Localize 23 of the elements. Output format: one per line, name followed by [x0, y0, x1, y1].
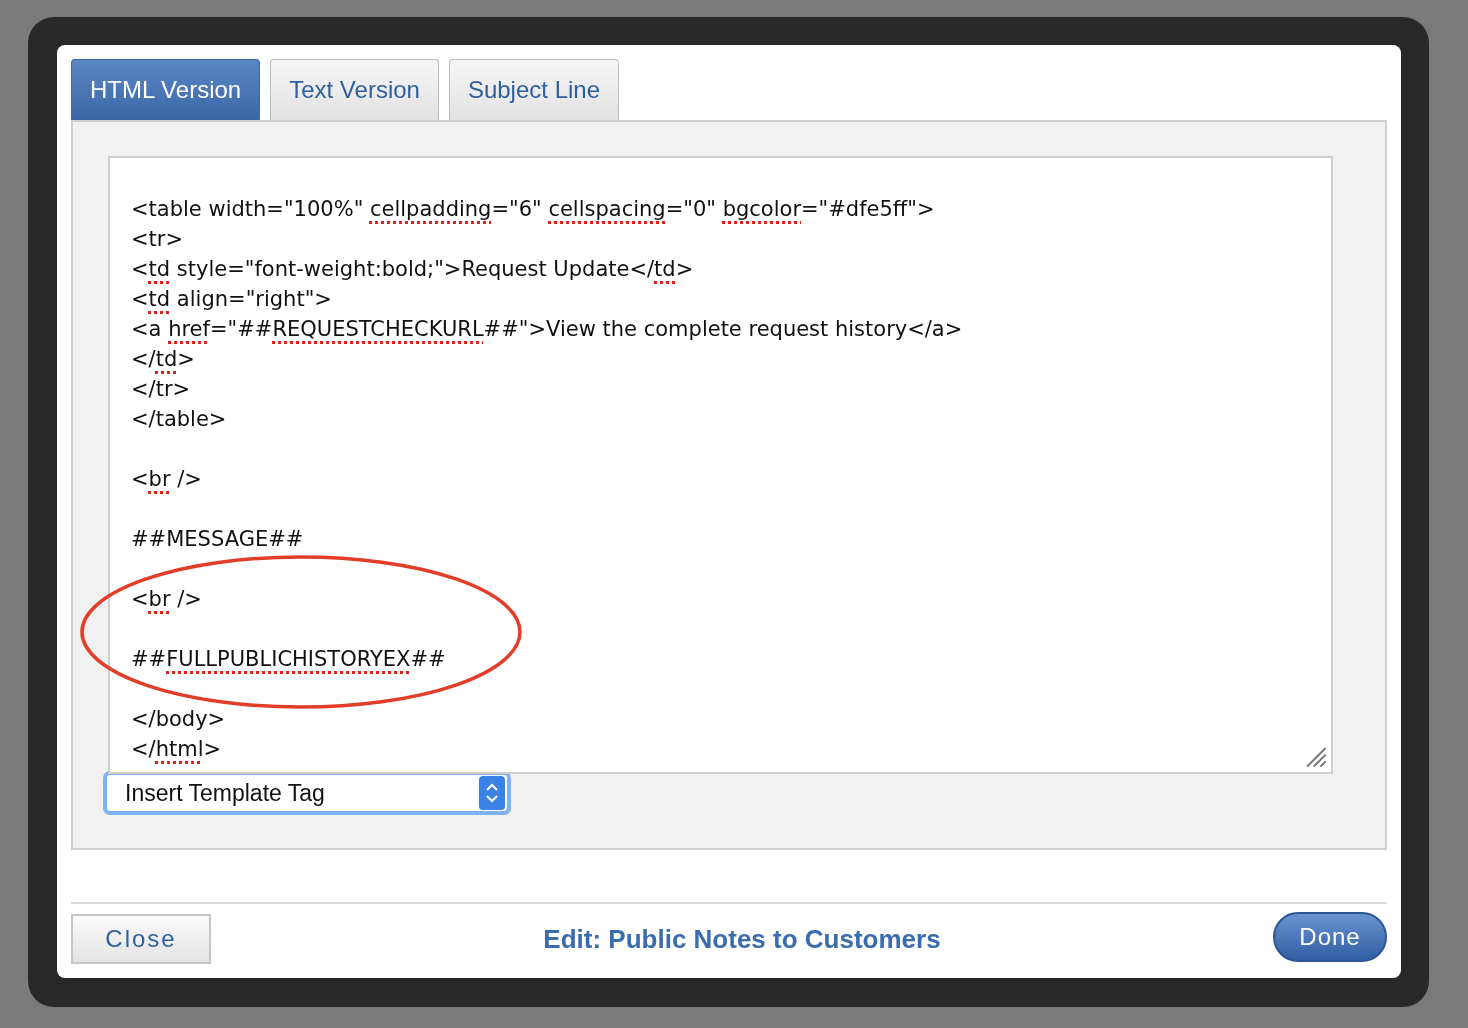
stepper-icon: [479, 776, 505, 810]
code-line: <br />: [131, 466, 202, 493]
code-line: <td align="right">: [131, 286, 332, 313]
tab[interactable]: Subject Line: [448, 59, 619, 120]
code-line: </body>: [131, 706, 226, 733]
code-line: </tr>: [131, 376, 191, 403]
code-line: <br />: [131, 586, 202, 613]
code-line: <a href="##REQUESTCHECKURL##">View the complete request history</a>: [131, 316, 963, 343]
code-line: ##FULLPUBLICHISTORYEX##: [131, 646, 446, 673]
code-line: <tr>: [131, 226, 184, 253]
code-line: ##MESSAGE##: [131, 526, 304, 553]
code-line: </table>: [131, 406, 227, 433]
code-line: <table width="100%" cellpadding="6" cellspacing="0" bgcolor="#dfe5ff">: [131, 196, 935, 223]
done-button[interactable]: Done: [1273, 912, 1387, 962]
dialog-title: Edit: Public Notes to Customers: [543, 923, 941, 955]
code-line: <td style="font-weight:bold;">Request Update</td>: [131, 256, 694, 283]
code-line: </html>: [131, 736, 222, 763]
tab[interactable]: Text Version: [270, 59, 439, 120]
code-line: </td>: [131, 346, 195, 373]
code-editor[interactable]: [108, 156, 1333, 774]
close-button[interactable]: Close: [71, 914, 211, 964]
template-select[interactable]: Insert Template Tag: [103, 771, 511, 815]
tab[interactable]: HTML Version: [71, 59, 261, 120]
